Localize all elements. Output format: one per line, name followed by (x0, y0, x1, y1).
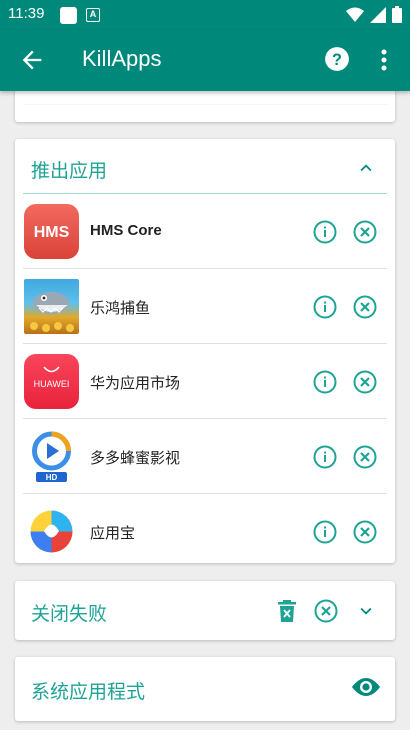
app-row-video-player: HD 多多蜂蜜影视 (23, 420, 387, 494)
app-name: 乐鸿捕鱼 (90, 300, 151, 317)
system-apps-card[interactable]: 系统应用程式 (15, 657, 395, 721)
more-options-icon[interactable] (376, 48, 392, 72)
app-bar: KillApps ? (0, 30, 410, 91)
close-all-icon[interactable] (314, 599, 338, 623)
fishing-game-icon (24, 279, 79, 334)
yingyongbao-icon (24, 504, 79, 559)
failed-apps-card[interactable]: 关闭失败 (15, 581, 395, 640)
failed-section-title: 关闭失败 (31, 603, 108, 625)
battery-icon (392, 6, 402, 23)
info-icon[interactable] (313, 445, 337, 469)
signal-icon (370, 6, 386, 23)
chevron-up-icon[interactable] (355, 157, 377, 179)
wifi-icon (346, 7, 364, 22)
svg-text:HMS: HMS (34, 224, 70, 241)
app-name: HMS Core (90, 222, 162, 239)
status-bar: 11:39 A (0, 0, 410, 30)
visibility-eye-icon[interactable] (349, 675, 383, 699)
hms-core-icon: HMS (24, 204, 79, 259)
app-name: 多多蜂蜜影视 (90, 450, 181, 467)
app-notification-icon: A (86, 8, 100, 22)
info-icon[interactable] (313, 370, 337, 394)
app-name: 华为应用市场 (90, 375, 181, 392)
svg-text:?: ? (332, 51, 342, 69)
close-app-icon[interactable] (353, 520, 377, 544)
info-icon[interactable] (313, 295, 337, 319)
huawei-appgallery-icon: HUAWEI (24, 354, 79, 409)
delete-icon[interactable] (277, 599, 297, 623)
eject-section-header[interactable]: 推出应用 (23, 139, 387, 194)
svg-text:HD: HD (46, 473, 58, 482)
svg-text:HUAWEI: HUAWEI (34, 379, 70, 389)
system-section-title: 系统应用程式 (31, 681, 146, 703)
app-row-yingyongbao: 应用宝 (23, 495, 387, 569)
info-icon[interactable] (313, 220, 337, 244)
chevron-down-icon[interactable] (355, 600, 377, 622)
close-app-icon[interactable] (353, 295, 377, 319)
status-time: 11:39 (8, 5, 45, 22)
video-player-icon: HD (24, 429, 79, 484)
notification-icon (60, 7, 77, 24)
status-icons (346, 6, 402, 23)
close-app-icon[interactable] (353, 445, 377, 469)
close-app-icon[interactable] (353, 220, 377, 244)
app-row-fishing-game: 乐鸿捕鱼 (23, 270, 387, 344)
info-icon[interactable] (313, 520, 337, 544)
close-app-icon[interactable] (353, 370, 377, 394)
divider (23, 104, 387, 105)
eject-section-title: 推出应用 (31, 160, 108, 182)
eject-apps-card: 推出应用 HMS HMS Core 乐鸿捕鱼 HUAWEI 华为应用市场 HD … (15, 139, 395, 563)
help-icon[interactable]: ? (324, 46, 350, 72)
app-row-hms-core: HMS HMS Core (23, 195, 387, 269)
page-title: KillApps (82, 46, 162, 71)
back-arrow-icon[interactable] (18, 46, 46, 74)
app-name: 应用宝 (90, 525, 136, 542)
app-row-huawei-appgallery: HUAWEI 华为应用市场 (23, 345, 387, 419)
